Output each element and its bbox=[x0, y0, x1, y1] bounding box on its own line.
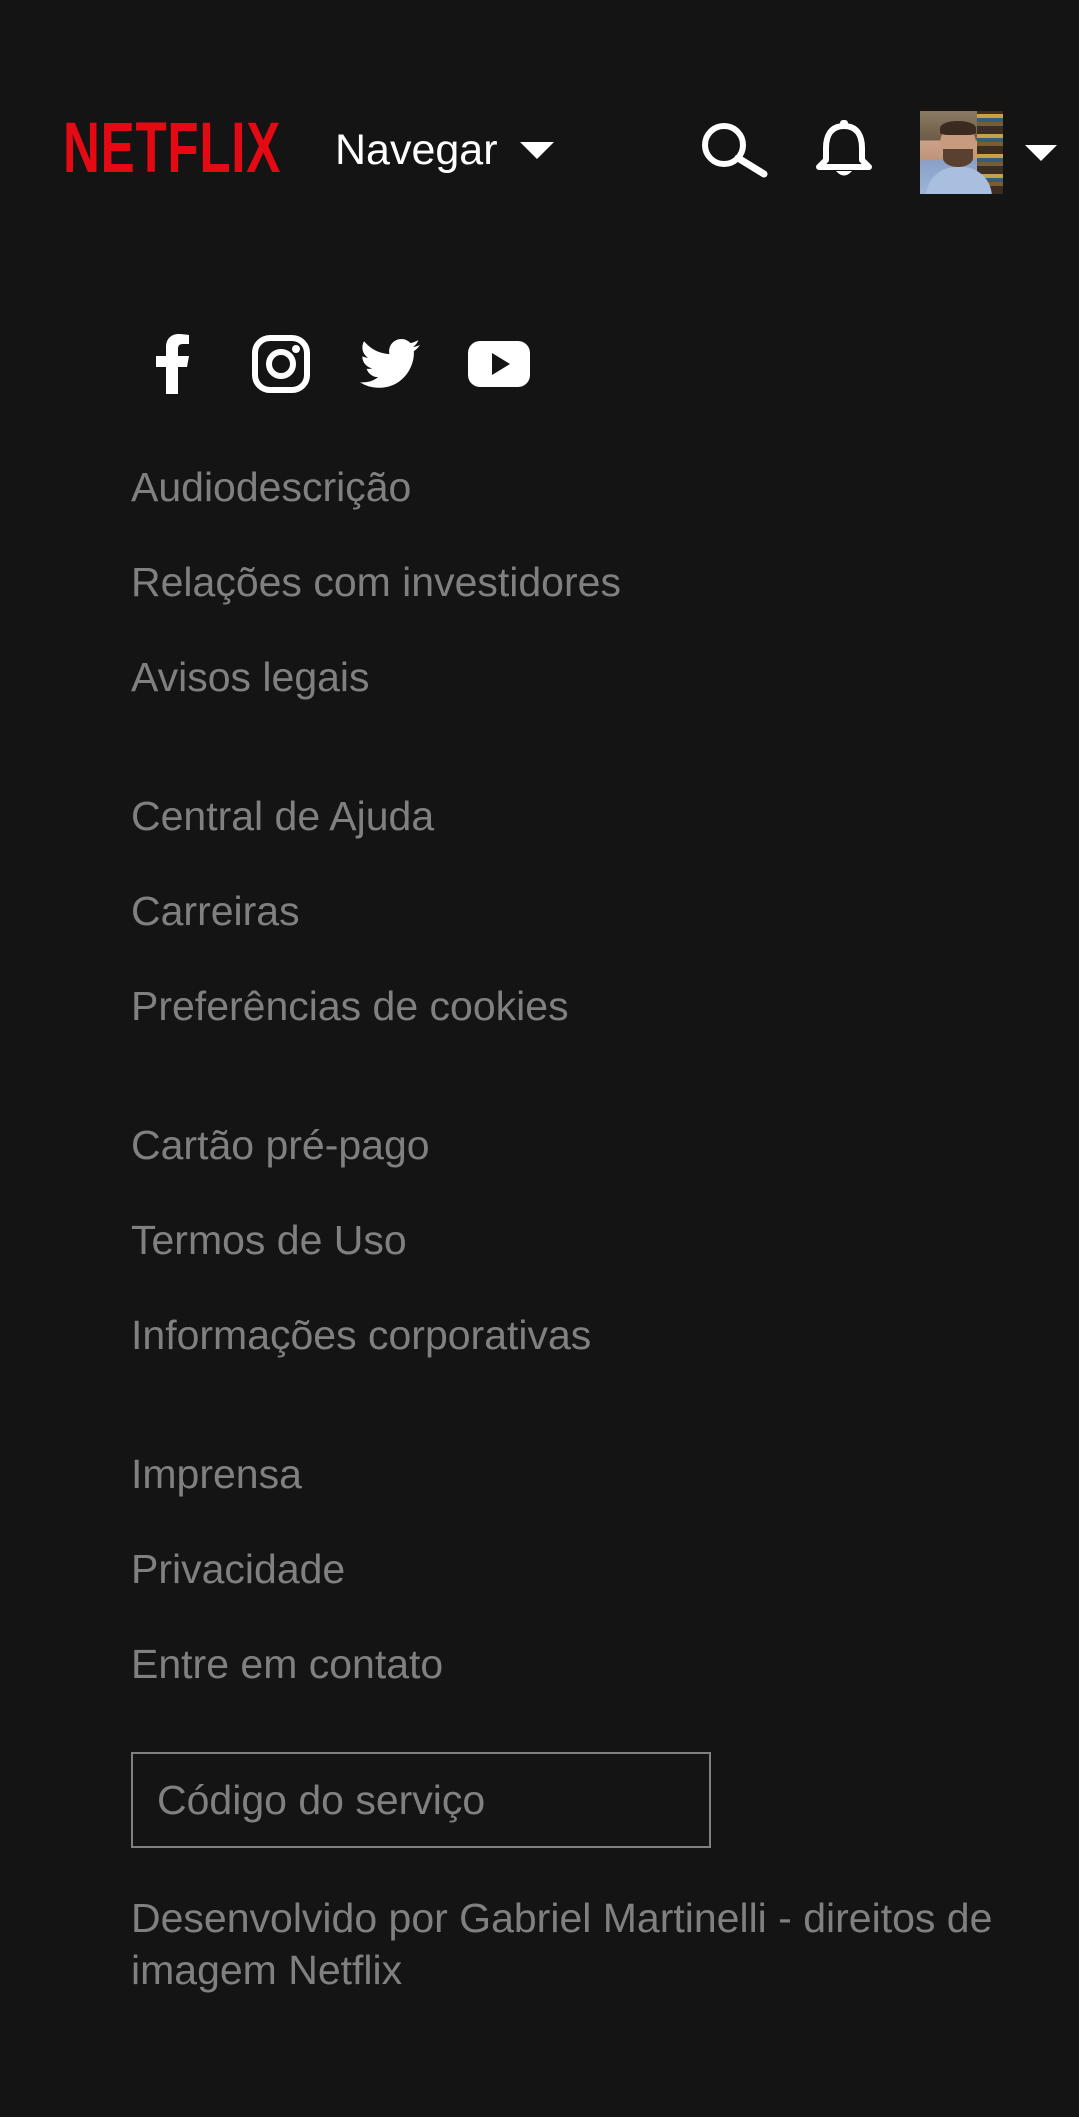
footer-link[interactable]: Carreiras bbox=[131, 884, 1031, 979]
footer-link[interactable]: Relações com investidores bbox=[131, 555, 1031, 650]
footer-link[interactable]: Preferências de cookies bbox=[131, 979, 1031, 1074]
footer-link[interactable]: Imprensa bbox=[131, 1447, 1031, 1542]
footer-link-group: Cartão pré-pago Termos de Uso Informaçõe… bbox=[131, 1118, 1031, 1403]
profile-avatar[interactable] bbox=[920, 111, 1003, 194]
bell-icon[interactable] bbox=[815, 118, 873, 180]
footer-link[interactable]: Informações corporativas bbox=[131, 1308, 1031, 1403]
top-header: NETFLIX Navegar bbox=[0, 0, 1079, 230]
footer-link[interactable]: Entre em contato bbox=[131, 1637, 1031, 1732]
netflix-logo[interactable]: NETFLIX bbox=[63, 113, 281, 184]
credits-text: Desenvolvido por Gabriel Martinelli - di… bbox=[131, 1895, 993, 1993]
footer-link[interactable]: Privacidade bbox=[131, 1542, 1031, 1637]
twitter-icon[interactable] bbox=[358, 332, 422, 396]
facebook-icon[interactable] bbox=[140, 332, 204, 396]
instagram-icon[interactable] bbox=[249, 332, 313, 396]
footer-link[interactable]: Audiodescrição bbox=[131, 460, 1031, 555]
avatar-hair bbox=[940, 121, 976, 135]
browse-menu-button[interactable]: Navegar bbox=[335, 124, 554, 176]
footer-link-group: Imprensa Privacidade Entre em contato bbox=[131, 1447, 1031, 1732]
chevron-down-icon[interactable] bbox=[1025, 145, 1057, 161]
footer-link[interactable]: Avisos legais bbox=[131, 650, 1031, 745]
footer-link-group: Audiodescrição Relações com investidores… bbox=[131, 460, 1031, 745]
footer-link[interactable]: Cartão pré-pago bbox=[131, 1118, 1031, 1213]
youtube-icon[interactable] bbox=[467, 332, 531, 396]
footer-links: Audiodescrição Relações com investidores… bbox=[131, 460, 1031, 1776]
footer-link[interactable]: Termos de Uso bbox=[131, 1213, 1031, 1308]
browse-label: Navegar bbox=[335, 125, 498, 174]
footer-link-group: Central de Ajuda Carreiras Preferências … bbox=[131, 789, 1031, 1074]
social-links bbox=[140, 332, 531, 396]
search-icon[interactable] bbox=[698, 120, 768, 180]
caret-down-icon bbox=[519, 141, 554, 159]
avatar-beard bbox=[943, 149, 973, 167]
service-code-button[interactable]: Código do serviço bbox=[131, 1752, 711, 1848]
footer-link[interactable]: Central de Ajuda bbox=[131, 789, 1031, 884]
